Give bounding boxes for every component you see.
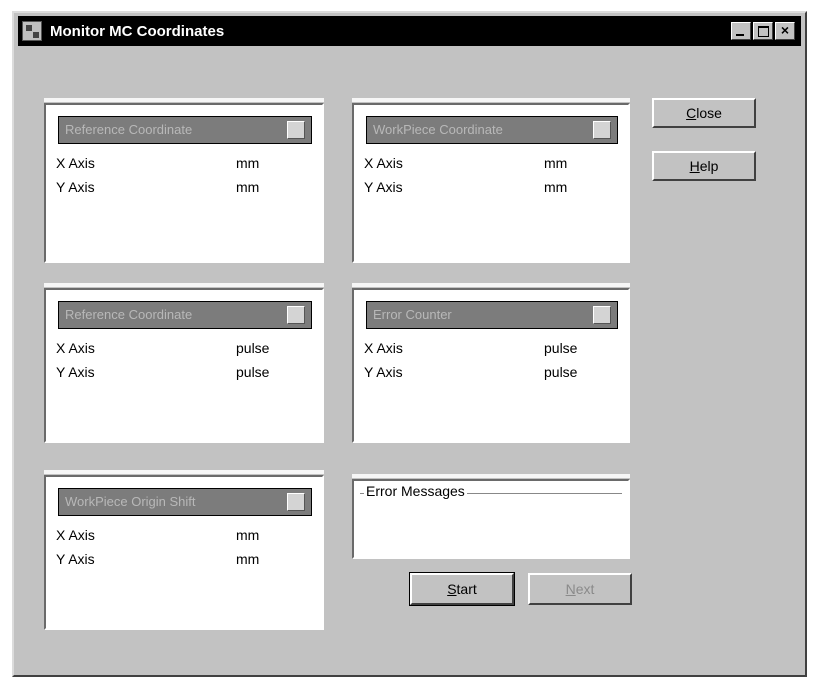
panel-header: WorkPiece Origin Shift (58, 488, 312, 516)
panel-top-edge (44, 98, 324, 102)
x-axis-label: X Axis (56, 155, 95, 171)
panel-workpiece-coordinate: WorkPiece Coordinate X Axis mm Y Axis mm (352, 98, 630, 263)
window-title: Monitor MC Coordinates (50, 22, 225, 40)
next-label: ext (575, 581, 595, 597)
monitor-window: Monitor MC Coordinates × Reference Coord… (12, 11, 807, 677)
close-button[interactable]: Close (652, 98, 756, 128)
y-axis-label: Y Axis (364, 364, 403, 380)
panel-header-label: WorkPiece Coordinate (373, 122, 503, 137)
panel-header-label: Reference Coordinate (65, 307, 193, 322)
x-axis-unit: mm (236, 527, 260, 543)
x-axis-label: X Axis (364, 340, 403, 356)
start-label: tart (456, 581, 477, 597)
y-axis-unit: pulse (236, 364, 270, 380)
error-messages-group: Error Messages (352, 474, 630, 559)
panel-header-button[interactable] (287, 121, 305, 139)
panel-top-edge (352, 283, 630, 287)
help-mnemonic: H (689, 158, 700, 174)
close-label: lose (696, 105, 722, 121)
start-button[interactable]: Start (409, 572, 515, 606)
panel-header-label: Reference Coordinate (65, 122, 193, 137)
x-axis-unit: pulse (236, 340, 270, 356)
panel-workpiece-origin-shift: WorkPiece Origin Shift X Axis mm Y Axis … (44, 470, 324, 630)
panel-reference-coordinate-mm: Reference Coordinate X Axis mm Y Axis mm (44, 98, 324, 263)
panel-header-label: WorkPiece Origin Shift (65, 494, 196, 509)
close-icon[interactable]: × (775, 22, 795, 40)
title-bar[interactable]: Monitor MC Coordinates × (18, 16, 801, 46)
panel-reference-coordinate-pulse: Reference Coordinate X Axis pulse Y Axis… (44, 283, 324, 443)
x-axis-unit: mm (544, 155, 568, 171)
y-axis-label: Y Axis (56, 179, 95, 195)
panel-top-edge (352, 98, 630, 102)
y-axis-unit: mm (236, 551, 260, 567)
next-mnemonic: N (565, 581, 576, 597)
next-button[interactable]: Next (528, 573, 632, 605)
panel-header-button[interactable] (287, 493, 305, 511)
caption-buttons: × (729, 22, 795, 40)
maximize-icon[interactable] (753, 22, 773, 40)
y-axis-label: Y Axis (56, 551, 95, 567)
x-axis-label: X Axis (56, 527, 95, 543)
y-axis-label: Y Axis (364, 179, 403, 195)
panel-top-edge (44, 283, 324, 287)
panel-header: Reference Coordinate (58, 301, 312, 329)
y-axis-unit: pulse (544, 364, 578, 380)
x-axis-label: X Axis (56, 340, 95, 356)
panel-header-button[interactable] (593, 306, 611, 324)
panel-header: WorkPiece Coordinate (366, 116, 618, 144)
panel-header-button[interactable] (287, 306, 305, 324)
x-axis-label: X Axis (364, 155, 403, 171)
close-mnemonic: C (686, 105, 697, 121)
y-axis-unit: mm (544, 179, 568, 195)
y-axis-label: Y Axis (56, 364, 95, 380)
panel-header: Error Counter (366, 301, 618, 329)
error-messages-legend: Error Messages (364, 483, 467, 499)
panel-header: Reference Coordinate (58, 116, 312, 144)
panel-header-label: Error Counter (373, 307, 452, 322)
panel-header-button[interactable] (593, 121, 611, 139)
help-button[interactable]: Help (652, 151, 756, 181)
panel-error-counter: Error Counter X Axis pulse Y Axis pulse (352, 283, 630, 443)
app-icon[interactable] (22, 21, 42, 41)
panel-top-edge (44, 470, 324, 474)
panel-top-edge (352, 474, 630, 478)
x-axis-unit: mm (236, 155, 260, 171)
minimize-icon[interactable] (731, 22, 751, 40)
help-label: elp (699, 158, 719, 174)
y-axis-unit: mm (236, 179, 260, 195)
x-axis-unit: pulse (544, 340, 578, 356)
start-mnemonic: S (447, 581, 457, 597)
